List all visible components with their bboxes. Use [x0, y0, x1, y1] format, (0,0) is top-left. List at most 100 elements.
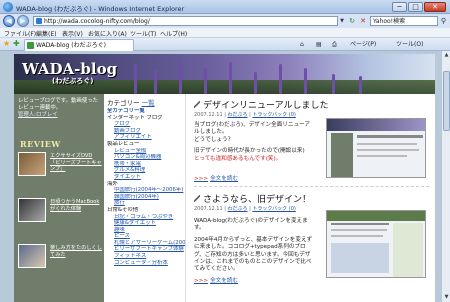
tab-favicon-icon: [27, 42, 34, 49]
page-menu[interactable]: ページ(P): [350, 40, 376, 49]
url-text: http://wada.cocolog-nifty.com/blog/: [44, 18, 150, 25]
post-title[interactable]: デザインリニューアルしました: [194, 98, 329, 111]
category-link[interactable]: 中国旅行(2004年～2006年): [107, 187, 185, 194]
post-meta: 2007.12.11 | わだぶろ | トラックバック (0): [194, 206, 296, 212]
main-content: デザインリニューアルしました 2007.12.11 | わだぶろ | トラックバ…: [188, 94, 435, 302]
menu-tools[interactable]: ツール(T): [130, 29, 156, 38]
post-meta: 2007.12.11 | わだぶろ | トラックバック (0): [194, 112, 296, 118]
add-favorites-icon[interactable]: ✚: [13, 39, 20, 48]
menu-favorites[interactable]: お気に入り(A): [88, 29, 127, 38]
review-thumbnail[interactable]: [18, 152, 46, 176]
category-link[interactable]: グルメ&料理: [107, 167, 185, 174]
site-banner: WADA-blog (わだぶろぐ): [14, 54, 435, 94]
scroll-down-icon[interactable]: ▼: [442, 293, 450, 302]
scrollbar-thumb[interactable]: [443, 71, 450, 131]
post-title[interactable]: さようなら、旧デザイン！: [194, 192, 311, 205]
search-icon[interactable]: ⚲: [439, 16, 448, 26]
post-divider: [194, 186, 429, 187]
post-author-link[interactable]: わだぶろ: [228, 112, 248, 118]
category-link[interactable]: ビリーザブートキャンプ体験: [107, 246, 185, 253]
read-more-link[interactable]: >>> 全文を読む: [194, 174, 238, 182]
category-heading: カテゴリー 一覧: [107, 97, 155, 107]
category-sidebar: カテゴリー 一覧 全カテゴリー覧 インターネット ブログ ブログ 動画ブログ アフィリエ…: [104, 94, 186, 302]
pen-icon: [194, 101, 200, 108]
tools-menu[interactable]: ツール(O): [396, 40, 423, 49]
review-thumbnail[interactable]: [18, 244, 46, 268]
review-link[interactable]: 楽しみ方をたのしくしてみた: [50, 245, 102, 258]
category-link[interactable]: パソコン&周辺機器: [107, 154, 185, 161]
read-more-link[interactable]: >>> 全文を読む: [194, 276, 238, 284]
category-link[interactable]: ブログ: [107, 121, 185, 128]
category-link[interactable]: 韓国旅行(2004年): [107, 194, 185, 201]
category-link[interactable]: 日記・コラム・つぶやき: [107, 214, 185, 221]
review-heading: REVIEW: [20, 139, 61, 149]
category-link[interactable]: 旅行: [107, 200, 185, 207]
category-link[interactable]: 全カテゴリー覧: [107, 108, 185, 115]
feeds-icon[interactable]: ▤: [316, 40, 322, 49]
tab-bar: ★ ✚ WADA-blog (わだぶろぐ) ⌂ ▤ ⎙ ページ(P) ツール(O…: [0, 38, 450, 51]
minimize-button[interactable]: ─: [392, 2, 407, 12]
review-item[interactable]: 楽しみ方をたのしくしてみた: [18, 244, 102, 270]
category-link[interactable]: アフィリエイト: [107, 134, 185, 141]
category-link[interactable]: 携帯・家電: [107, 161, 185, 168]
scroll-up-icon[interactable]: ▲: [442, 51, 450, 60]
refresh-icon[interactable]: ↻: [347, 16, 357, 26]
title-bar: WADA-blog (わだぶろぐ) - Windows Internet Exp…: [0, 0, 450, 14]
post-author-link[interactable]: わだぶろ: [228, 206, 248, 212]
category-section: 日常&その他: [107, 206, 139, 213]
print-icon[interactable]: ⎙: [332, 40, 337, 49]
category-link[interactable]: 動画ブログ: [107, 128, 185, 135]
category-more-link[interactable]: 一覧: [142, 99, 155, 107]
trackback-link[interactable]: トラックバック (0): [252, 112, 295, 118]
intro-link[interactable]: 管理人:ロブレイ: [18, 112, 100, 119]
category-link[interactable]: レビュー全般: [107, 148, 185, 155]
category-section: インターネット ブログ: [107, 114, 163, 121]
review-link[interactable]: 日頃つかうMacBookがくれた体験: [50, 199, 102, 212]
menu-view[interactable]: 表示(V): [62, 29, 83, 38]
window-title: WADA-blog (わだぶろぐ) - Windows Internet Exp…: [16, 5, 185, 13]
address-bar: ◀ ▶ http://wada.cocolog-nifty.com/blog/ …: [0, 14, 450, 28]
category-link[interactable]: ピース: [107, 233, 185, 240]
maximize-button[interactable]: □: [408, 2, 423, 12]
post-screenshot-image[interactable]: [326, 118, 426, 178]
page-viewport: WADA-blog (わだぶろぐ) レビューブログです。動画使ったレビュー連載中…: [0, 51, 450, 302]
back-button[interactable]: ◀: [3, 15, 15, 27]
favorites-star-icon[interactable]: ★: [3, 39, 10, 48]
category-heading-label: カテゴリー: [107, 99, 140, 107]
category-link[interactable]: ダイエット: [107, 174, 185, 181]
left-sidebar: レビューブログです。動画使ったレビュー連載中。 管理人:ロブレイ REVIEW …: [14, 94, 104, 302]
review-link[interactable]: エクササイズDVD「ビリーズブートキャンプ」: [50, 153, 102, 173]
blog-page: WADA-blog (わだぶろぐ) レビューブログです。動画使ったレビュー連載中…: [14, 54, 435, 302]
site-logo-sub: (わだぶろぐ): [52, 77, 94, 85]
review-thumbnail[interactable]: [18, 198, 46, 222]
menu-edit[interactable]: 編集(E): [36, 29, 56, 38]
category-section: 海外: [107, 180, 118, 187]
post-body: WADA-blog(わだぶろぐ)のデザインを変えます。 2004年4月からずっと…: [194, 218, 313, 273]
site-intro: レビューブログです。動画使ったレビュー連載中。 管理人:ロブレイ: [18, 98, 100, 119]
search-input[interactable]: Yahoo!検索: [370, 16, 438, 26]
category-link[interactable]: 札幌とアサーリーゲーム(2007年): [107, 240, 185, 247]
category-link[interactable]: コンピュータ・分析本: [107, 260, 185, 267]
category-list: 全カテゴリー覧 インターネット ブログ ブログ 動画ブログ アフィリエイト 製品レビューレ…: [107, 108, 185, 266]
url-dropdown-icon[interactable]: ▼: [338, 16, 346, 26]
home-icon[interactable]: ⌂: [300, 40, 304, 49]
post-screenshot-image[interactable]: [326, 210, 426, 278]
menu-help[interactable]: ヘルプ(H): [160, 29, 187, 38]
menu-file[interactable]: ファイル(F): [4, 29, 36, 38]
close-button[interactable]: ✕: [424, 2, 446, 12]
trackback-link[interactable]: トラックバック (0): [252, 206, 295, 212]
url-input[interactable]: http://wada.cocolog-nifty.com/blog/: [33, 16, 338, 26]
pen-icon: [194, 195, 200, 202]
category-link[interactable]: 健康&ダイエット: [107, 220, 185, 227]
post-body: 当ブログ(わだぶろ)、デザイン全面リニューアルしました。 どうでしょう？ 旧デザ…: [194, 122, 311, 162]
review-item[interactable]: エクササイズDVD「ビリーズブートキャンプ」: [18, 152, 102, 178]
review-item[interactable]: 日頃つかうMacBookがくれた体験: [18, 198, 102, 224]
page-icon: [36, 18, 42, 24]
tab-wada-blog[interactable]: WADA-blog (わだぶろぐ): [24, 39, 134, 51]
ie-logo-icon: [3, 2, 13, 12]
vertical-scrollbar[interactable]: ▲ ▼: [441, 51, 450, 302]
stop-icon[interactable]: ✕: [358, 16, 368, 26]
category-link[interactable]: 趣味: [107, 227, 185, 234]
forward-button[interactable]: ▶: [17, 15, 29, 27]
category-link[interactable]: フィットネス: [107, 253, 185, 260]
